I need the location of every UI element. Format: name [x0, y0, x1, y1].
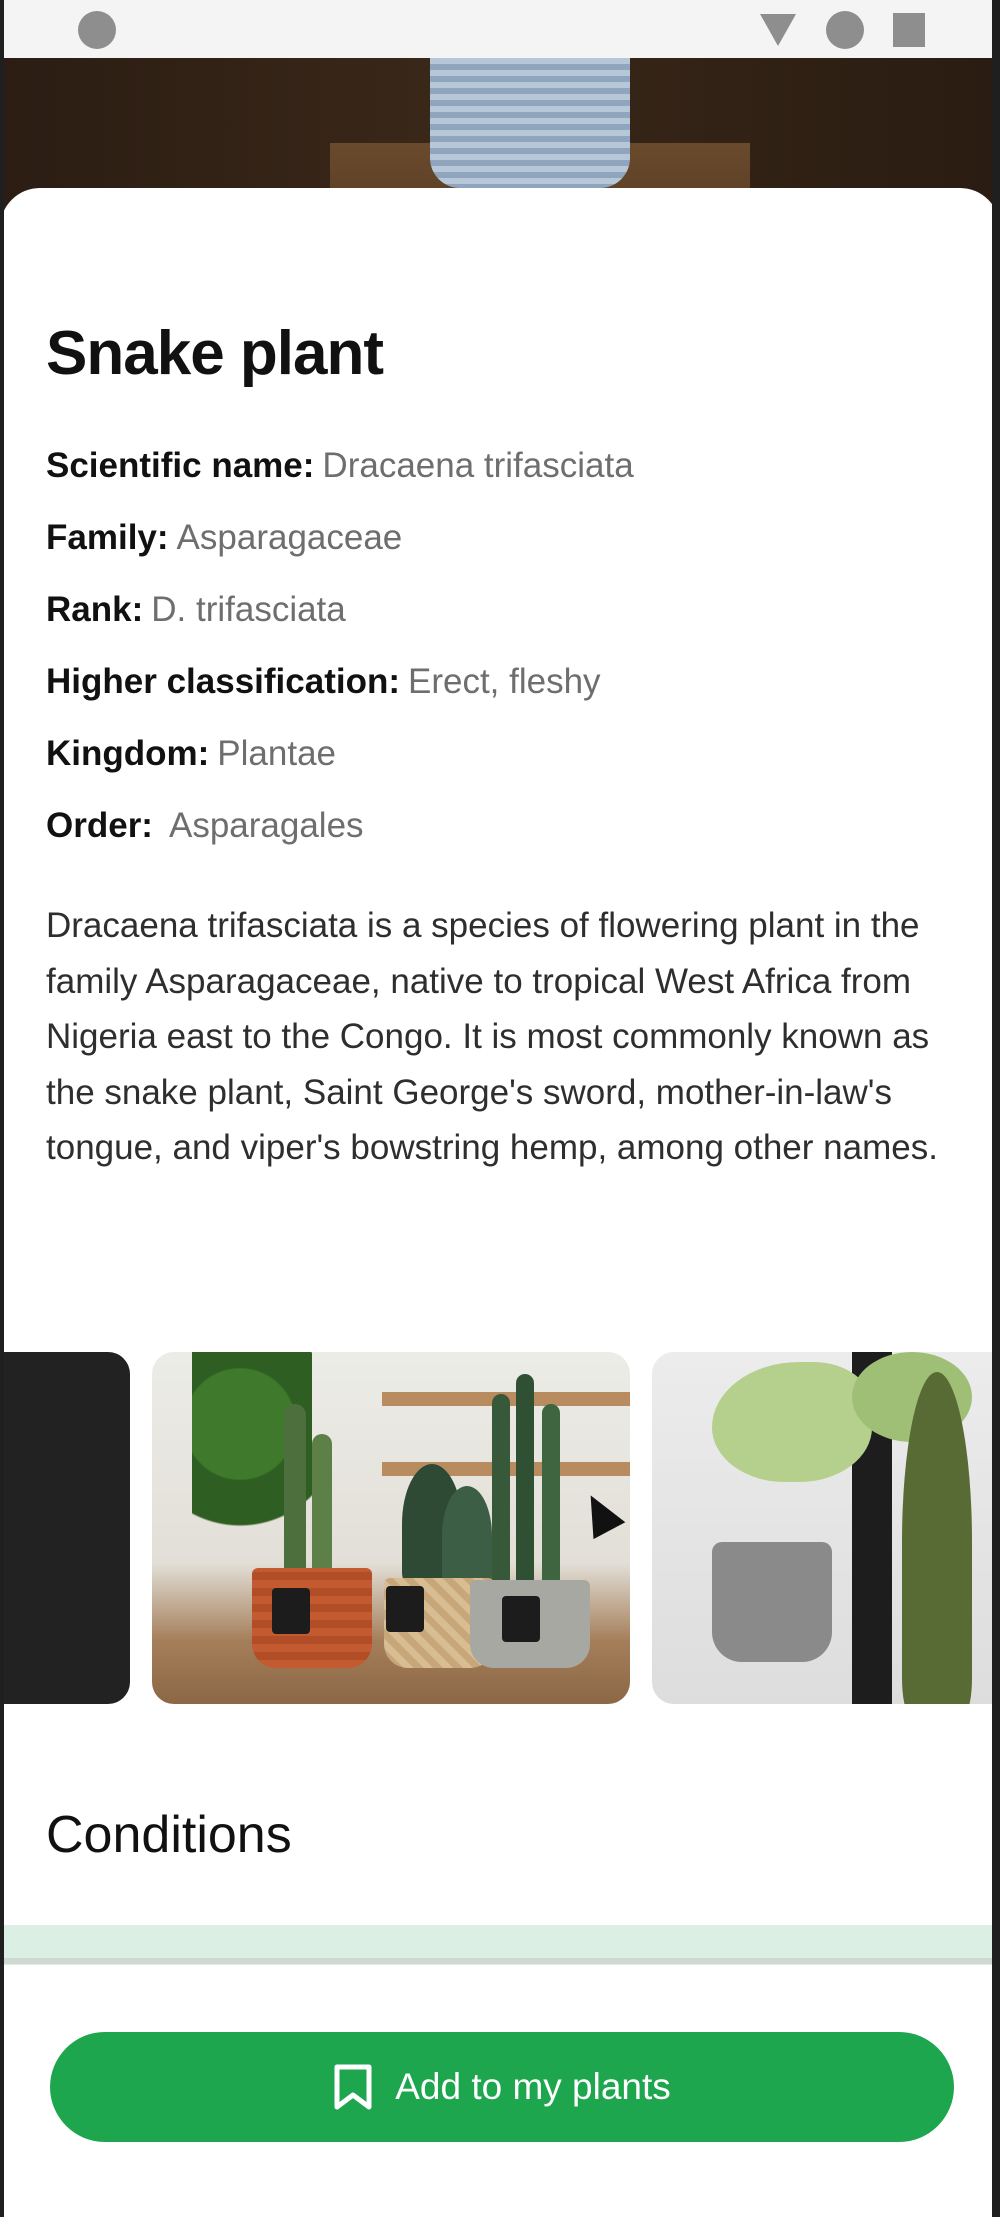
- info-row-kingdom: Kingdom: Plantae: [46, 734, 634, 806]
- photo-leaf: [284, 1404, 306, 1574]
- photo-tag: [502, 1596, 540, 1642]
- photo-pot: [712, 1542, 832, 1662]
- device-frame-right: [992, 0, 1000, 2217]
- notification-dot-icon: [78, 11, 116, 49]
- gallery-photo-3[interactable]: [652, 1352, 1000, 1704]
- plant-detail-sheet[interactable]: Snake plant Scientific name: Dracaena tri…: [0, 188, 1000, 2217]
- info-label: Scientific name:: [46, 446, 315, 485]
- gallery-photo-2[interactable]: [152, 1352, 630, 1704]
- info-label: Order:: [46, 806, 153, 845]
- hero-pot: [430, 58, 630, 188]
- info-value: Dracaena trifasciata: [322, 446, 634, 485]
- info-value: Plantae: [217, 734, 337, 773]
- photo-leaf: [312, 1434, 332, 1574]
- photo-tag: [386, 1586, 424, 1632]
- photo-gallery[interactable]: [0, 1352, 1000, 1704]
- info-row-rank: Rank: D. trifasciata: [46, 590, 634, 662]
- info-value: D. trifasciata: [151, 590, 346, 629]
- wifi-icon: [760, 14, 796, 46]
- photo-leaf: [492, 1394, 510, 1584]
- info-label: Family:: [46, 518, 169, 557]
- info-row-scientific-name: Scientific name: Dracaena trifasciata: [46, 446, 634, 518]
- info-row-higher-classification: Higher classification: Erect, fleshy: [46, 662, 634, 734]
- info-label: Kingdom:: [46, 734, 210, 773]
- info-value: Asparagaceae: [176, 518, 403, 557]
- plant-info-list: Scientific name: Dracaena trifasciata Fam…: [46, 446, 634, 878]
- info-label: Higher classification:: [46, 662, 400, 701]
- conditions-title: Conditions: [46, 1806, 292, 1864]
- conditions-card-edge: [0, 1958, 1000, 1964]
- info-row-family: Family: Asparagaceae: [46, 518, 634, 590]
- gallery-photo-1[interactable]: [0, 1352, 130, 1704]
- add-to-my-plants-button[interactable]: Add to my plants: [50, 2032, 954, 2142]
- signal-icon: [826, 11, 864, 49]
- info-value: Erect, fleshy: [407, 662, 601, 701]
- status-bar: [0, 0, 1000, 58]
- plant-description: Dracaena trifasciata is a species of flo…: [46, 906, 938, 1167]
- info-row-order: Order: Asparagales: [46, 806, 634, 878]
- photo-tag: [272, 1588, 310, 1634]
- photo-leaf: [712, 1362, 872, 1482]
- bottom-action-bar: Add to my plants: [0, 1966, 1000, 2217]
- info-value: Asparagales: [168, 806, 364, 845]
- device-frame-left: [0, 0, 4, 2217]
- plant-title: Snake plant: [46, 319, 384, 388]
- battery-icon: [893, 13, 925, 47]
- photo-leaf: [542, 1404, 560, 1584]
- add-to-my-plants-label: Add to my plants: [395, 2066, 671, 2107]
- photo-leaf: [442, 1486, 492, 1586]
- photo-pot: [252, 1568, 372, 1668]
- bookmark-icon: [334, 2064, 372, 2110]
- info-label: Rank:: [46, 590, 144, 629]
- photo-leaf: [516, 1374, 534, 1584]
- photo-snake-leaf: [902, 1372, 972, 1704]
